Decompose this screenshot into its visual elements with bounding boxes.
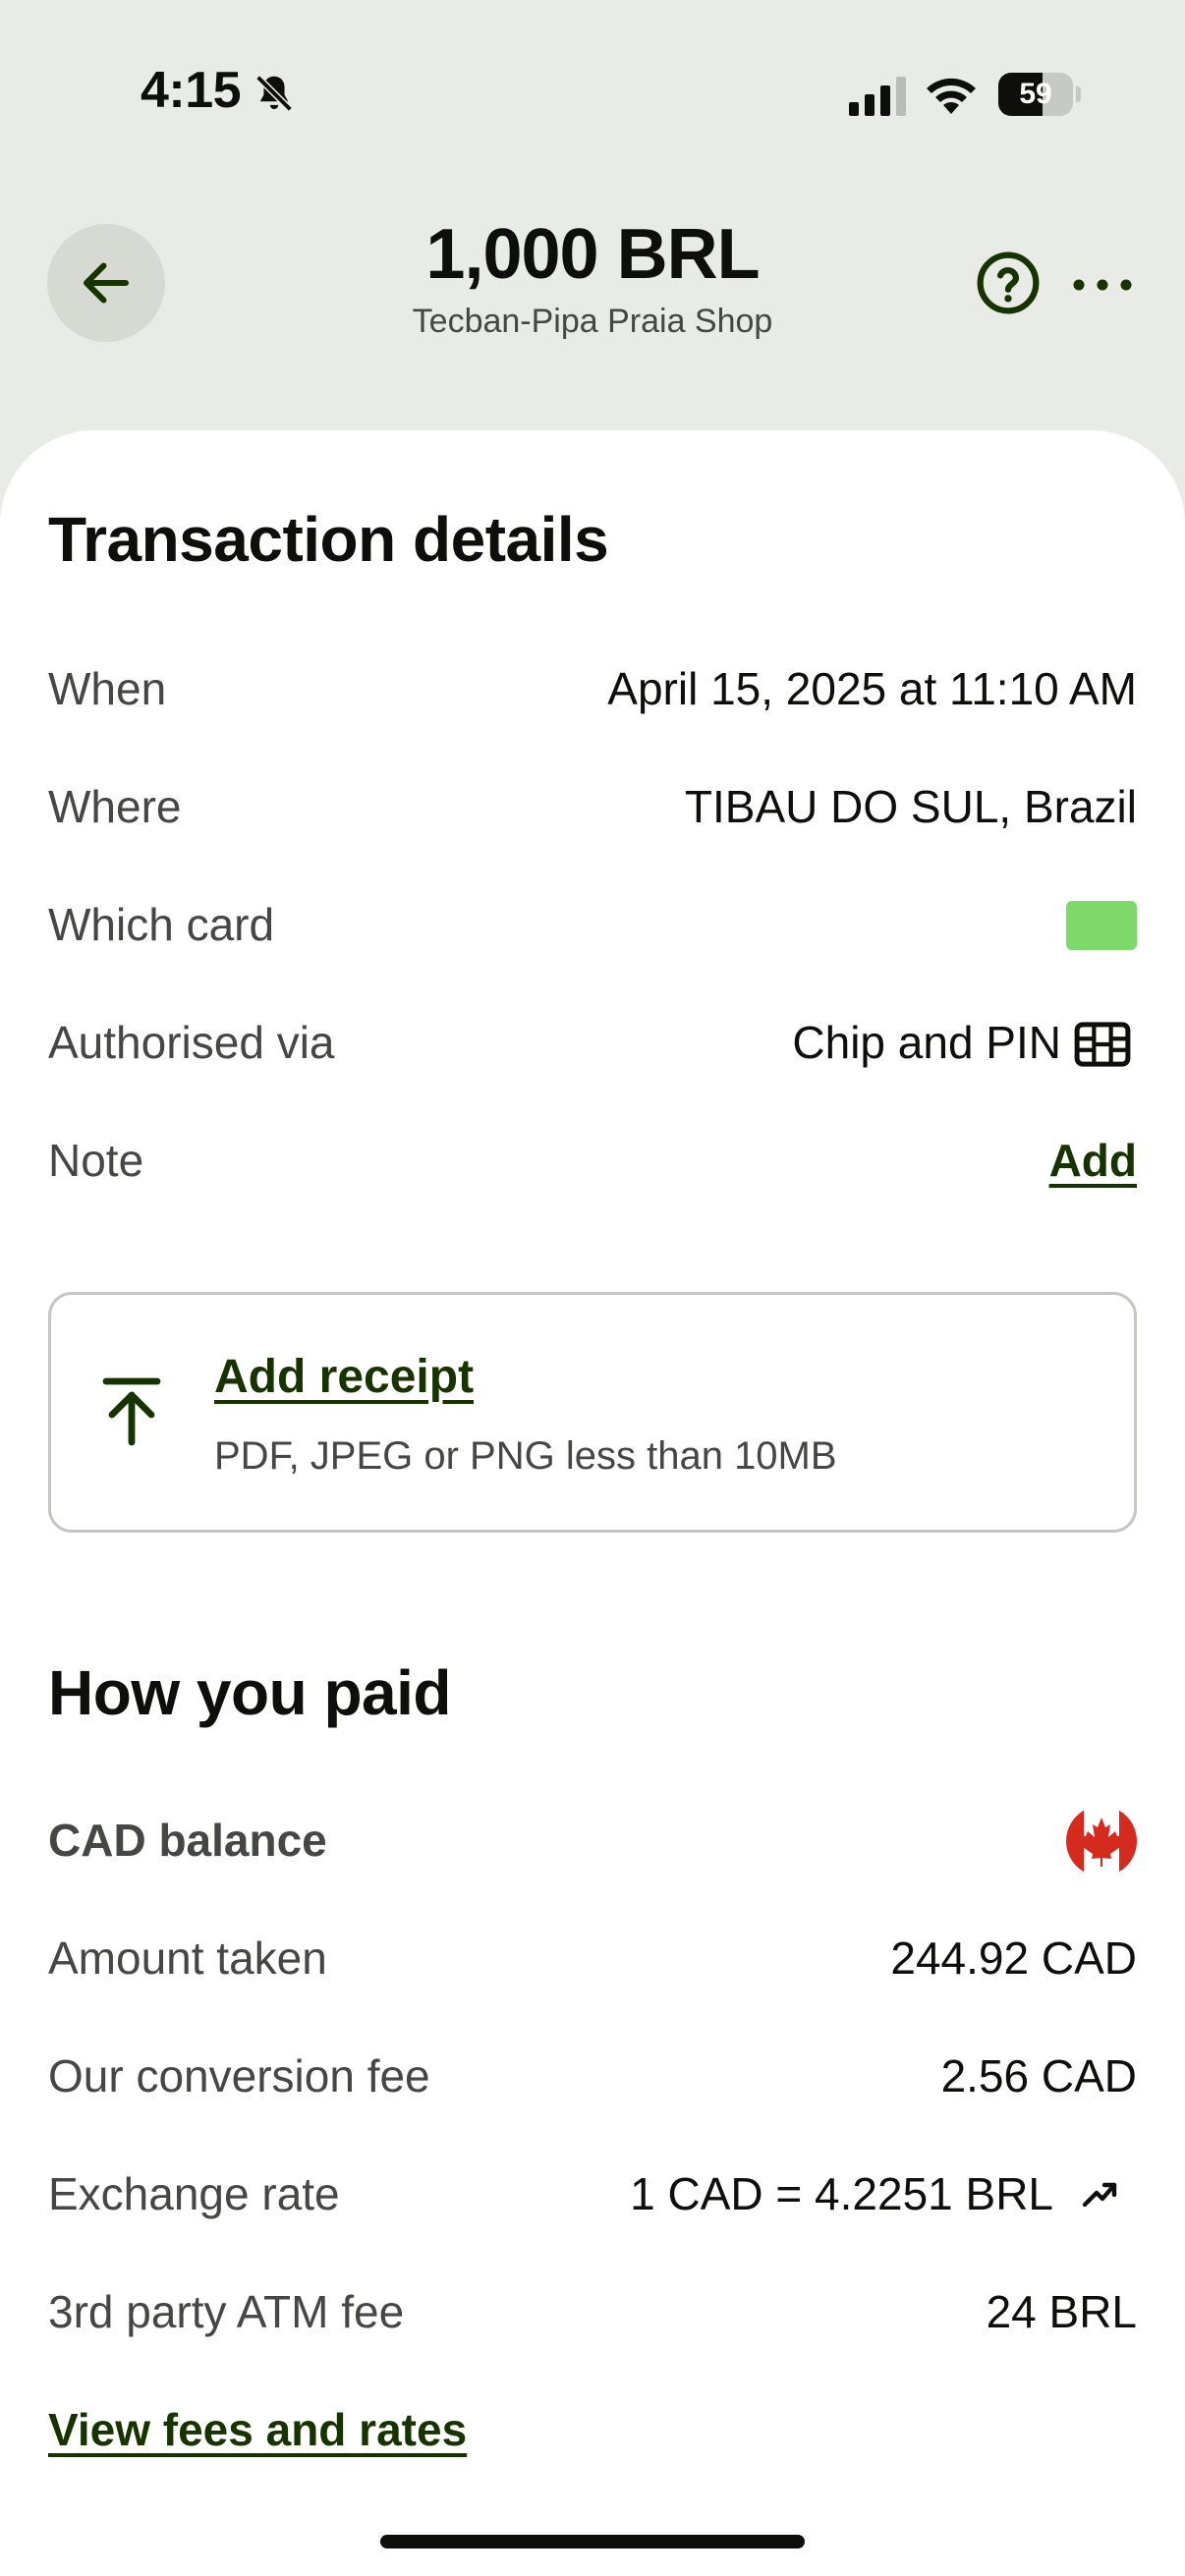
wifi-icon: [927, 78, 976, 114]
where-value: TIBAU DO SUL, Brazil: [684, 781, 1137, 832]
balance-label: CAD balance: [48, 1815, 327, 1866]
home-indicator: [380, 2535, 805, 2548]
exchange-rate-label: Exchange rate: [48, 2168, 340, 2219]
authorised-via-label: Authorised via: [48, 1017, 335, 1068]
amount-taken-label: Amount taken: [48, 1932, 327, 1984]
screen: 4:15 59 1,000 BRL Tecban-Pipa Praia Shop…: [0, 0, 1185, 2576]
where-label: Where: [48, 781, 182, 832]
canada-flag-icon: [1066, 1806, 1137, 1876]
cellular-signal-icon: [849, 77, 906, 116]
arrow-left-icon: [84, 262, 129, 304]
add-receipt-box[interactable]: Add receipt PDF, JPEG or PNG less than 1…: [48, 1292, 1137, 1533]
status-bar: 4:15 59: [0, 0, 1185, 187]
when-value: April 15, 2025 at 11:10 AM: [607, 663, 1137, 714]
bell-off-icon: [255, 75, 293, 112]
battery-percent: 59: [1019, 78, 1052, 110]
conversion-fee-label: Our conversion fee: [48, 2050, 430, 2101]
chip-card-icon: [1074, 1022, 1131, 1067]
back-button[interactable]: [47, 224, 165, 342]
help-icon[interactable]: [975, 250, 1042, 316]
battery-icon: 59: [998, 73, 1081, 116]
merchant-name: Tecban-Pipa Praia Shop: [412, 303, 773, 340]
trend-up-icon[interactable]: [1081, 2175, 1120, 2214]
upload-icon: [102, 1377, 161, 1446]
exchange-rate-value: 1 CAD = 4.2251 BRL: [630, 2168, 1053, 2219]
status-time: 4:15: [141, 62, 242, 119]
more-options-icon[interactable]: [1071, 267, 1134, 303]
add-note-link[interactable]: Add: [1049, 1134, 1137, 1187]
transaction-details-heading: Transaction details: [48, 504, 609, 575]
battery-cap: [1076, 86, 1081, 102]
which-card-label: Which card: [48, 899, 275, 950]
atm-fee-value: 24 BRL: [986, 2286, 1137, 2337]
atm-fee-label: 3rd party ATM fee: [48, 2286, 405, 2337]
note-label: Note: [48, 1135, 144, 1186]
amount-taken-value: 244.92 CAD: [890, 1932, 1137, 1984]
add-receipt-link[interactable]: Add receipt: [214, 1350, 474, 1404]
card-thumbnail[interactable]: [1066, 901, 1137, 950]
how-you-paid-heading: How you paid: [48, 1657, 452, 1728]
canada-flag-graphic: [1066, 1806, 1137, 1876]
transaction-amount: 1,000 BRL: [425, 215, 760, 294]
when-label: When: [48, 663, 167, 714]
receipt-file-hint: PDF, JPEG or PNG less than 10MB: [214, 1434, 837, 1478]
conversion-fee-value: 2.56 CAD: [940, 2050, 1137, 2101]
battery-body: 59: [998, 73, 1073, 116]
authorised-via-value: Chip and PIN: [792, 1017, 1061, 1068]
view-fees-link[interactable]: View fees and rates: [48, 2403, 467, 2456]
